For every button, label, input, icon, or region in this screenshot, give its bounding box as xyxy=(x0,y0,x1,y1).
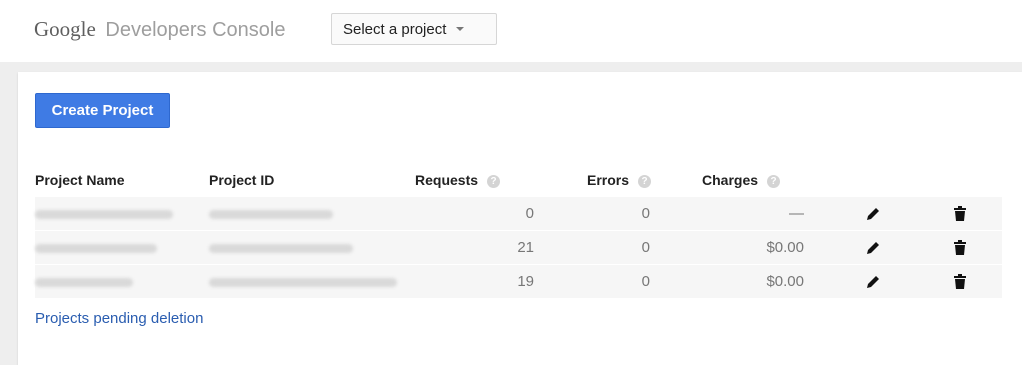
redacted-project-id xyxy=(209,277,397,287)
projects-card: Create Project Project Name Project ID R… xyxy=(18,72,1022,365)
errors-cell: 0 xyxy=(641,205,650,222)
edit-button[interactable] xyxy=(829,231,917,265)
requests-cell: 0 xyxy=(525,205,534,222)
pencil-icon xyxy=(867,207,879,220)
trash-icon xyxy=(953,274,966,289)
charges-cell: — xyxy=(789,205,804,222)
requests-cell: 21 xyxy=(517,239,534,256)
column-header-errors: Errors? xyxy=(587,163,702,197)
requests-cell: 19 xyxy=(517,273,534,290)
table-row[interactable]: 21 0 $0.00 xyxy=(35,230,1002,265)
console-logo[interactable]: Google Developers Console xyxy=(34,17,286,42)
chevron-down-icon xyxy=(456,27,465,31)
table-row[interactable]: 0 0 — xyxy=(35,196,1002,231)
redacted-project-id xyxy=(209,209,333,219)
pencil-icon xyxy=(867,275,879,288)
trash-icon xyxy=(953,206,966,221)
projects-table: Project Name Project ID Requests? Errors… xyxy=(35,163,1002,298)
redacted-project-id xyxy=(209,243,353,253)
redacted-project-name xyxy=(35,277,133,287)
brand-product: Developers Console xyxy=(105,19,286,41)
edit-button[interactable] xyxy=(829,265,917,299)
content-area: Create Project Project Name Project ID R… xyxy=(0,62,1022,365)
top-bar: Google Developers Console Select a proje… xyxy=(0,0,1022,62)
brand-google: Google xyxy=(34,17,96,41)
create-project-button[interactable]: Create Project xyxy=(35,93,170,128)
charges-cell: $0.00 xyxy=(766,239,804,256)
table-row[interactable]: 19 0 $0.00 xyxy=(35,264,1002,299)
project-id-cell xyxy=(209,265,415,299)
delete-button[interactable] xyxy=(917,231,1002,265)
column-header-charges: Charges? xyxy=(702,163,829,197)
trash-icon xyxy=(953,240,966,255)
column-header-project-name: Project Name xyxy=(35,171,125,188)
pencil-icon xyxy=(867,241,879,254)
project-select-label: Select a project xyxy=(343,20,447,38)
project-id-cell xyxy=(209,197,415,231)
edit-button[interactable] xyxy=(829,197,917,231)
errors-cell: 0 xyxy=(641,273,650,290)
charges-cell: $0.00 xyxy=(766,273,804,290)
delete-button[interactable] xyxy=(917,197,1002,231)
table-header-row: Project Name Project ID Requests? Errors… xyxy=(35,163,1002,197)
project-name-cell[interactable] xyxy=(35,231,209,265)
help-circle-icon[interactable]: ? xyxy=(767,174,781,188)
redacted-project-name xyxy=(35,209,173,219)
projects-pending-deletion-link[interactable]: Projects pending deletion xyxy=(35,310,203,327)
errors-cell: 0 xyxy=(641,239,650,256)
help-circle-icon[interactable]: ? xyxy=(487,174,501,188)
delete-button[interactable] xyxy=(917,265,1002,299)
column-header-project-id: Project ID xyxy=(209,171,275,188)
project-select-dropdown[interactable]: Select a project xyxy=(331,13,497,45)
column-header-requests: Requests? xyxy=(415,163,587,197)
project-name-cell[interactable] xyxy=(35,265,209,299)
project-id-cell xyxy=(209,231,415,265)
help-circle-icon[interactable]: ? xyxy=(638,174,652,188)
project-name-cell[interactable] xyxy=(35,197,209,231)
redacted-project-name xyxy=(35,243,157,253)
